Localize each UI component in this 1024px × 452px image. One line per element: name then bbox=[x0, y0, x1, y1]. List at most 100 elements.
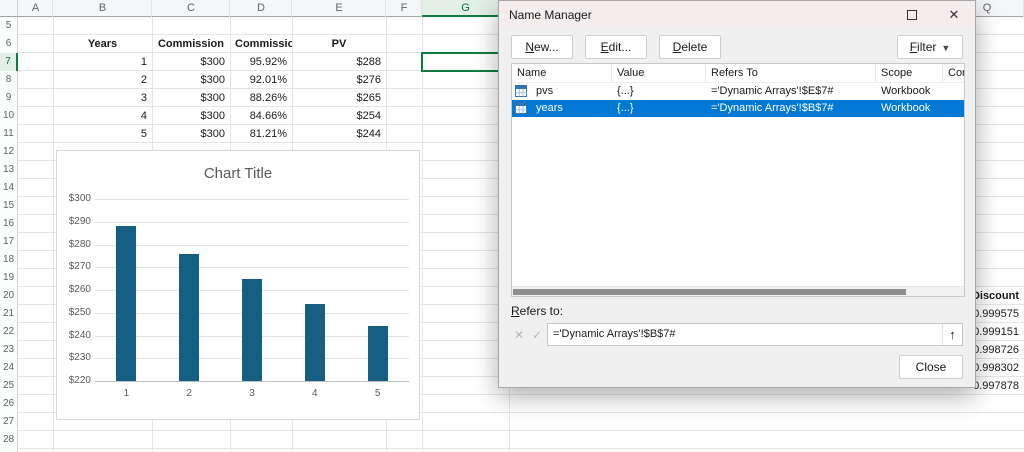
maximize-button[interactable] bbox=[891, 1, 933, 29]
row-header-26[interactable]: 26 bbox=[0, 395, 18, 413]
refers-to-input[interactable]: ='Dynamic Arrays'!$B$7# ↑ bbox=[547, 323, 963, 346]
cell-E10[interactable]: $254 bbox=[292, 107, 386, 125]
row-header-16[interactable]: 16 bbox=[0, 215, 18, 233]
maximize-icon bbox=[907, 10, 917, 20]
y-axis-label: $250 bbox=[57, 307, 91, 318]
chart-gridline bbox=[95, 245, 409, 246]
column-header-comment[interactable]: Comment bbox=[943, 64, 965, 83]
cancel-edit-button[interactable]: ✕ bbox=[511, 327, 527, 343]
cell-E11[interactable]: $244 bbox=[292, 125, 386, 143]
column-header-C[interactable]: C bbox=[152, 0, 230, 17]
value-cell: {...} bbox=[612, 83, 706, 100]
row-header-19[interactable]: 19 bbox=[0, 269, 18, 287]
row-header-20[interactable]: 20 bbox=[0, 287, 18, 305]
cell-E9[interactable]: $265 bbox=[292, 89, 386, 107]
filter-label: Filter bbox=[910, 36, 937, 58]
row-header-21[interactable]: 21 bbox=[0, 305, 18, 323]
cell-B9[interactable]: 3 bbox=[53, 89, 152, 107]
cell-D6[interactable]: Commission bbox=[230, 35, 292, 53]
cell-B7[interactable]: 1 bbox=[53, 53, 152, 71]
cell-E7[interactable]: $288 bbox=[292, 53, 386, 71]
row-header-11[interactable]: 11 bbox=[0, 125, 18, 143]
column-header-D[interactable]: D bbox=[230, 0, 292, 17]
refers-to-label: Refers to: bbox=[511, 304, 563, 318]
cell-B10[interactable]: 4 bbox=[53, 107, 152, 125]
array-name-icon bbox=[515, 102, 527, 114]
cell-C11[interactable]: $300 bbox=[152, 125, 230, 143]
row-header-10[interactable]: 10 bbox=[0, 107, 18, 125]
column-header-value[interactable]: Value bbox=[612, 64, 706, 83]
chart-bar[interactable] bbox=[179, 254, 199, 381]
column-header-name[interactable]: Name bbox=[512, 64, 612, 83]
column-header-scope[interactable]: Scope bbox=[876, 64, 943, 83]
scope-cell: Workbook bbox=[876, 83, 943, 100]
filter-button[interactable]: Filter▼ bbox=[897, 35, 963, 59]
new-button[interactable]: New... bbox=[511, 35, 573, 59]
row-header-15[interactable]: 15 bbox=[0, 197, 18, 215]
row-header-23[interactable]: 23 bbox=[0, 341, 18, 359]
name-cell: pvs bbox=[531, 83, 612, 100]
row-header-25[interactable]: 25 bbox=[0, 377, 18, 395]
y-axis-label: $230 bbox=[57, 352, 91, 363]
row-header-9[interactable]: 9 bbox=[0, 89, 18, 107]
cell-C10[interactable]: $300 bbox=[152, 107, 230, 125]
dialog-titlebar[interactable]: Name Manager ✕ bbox=[499, 1, 975, 29]
cell-E8[interactable]: $276 bbox=[292, 71, 386, 89]
row-header-18[interactable]: 18 bbox=[0, 251, 18, 269]
refers-to-value: ='Dynamic Arrays'!$B$7# bbox=[553, 324, 676, 345]
chart-bar[interactable] bbox=[368, 326, 388, 381]
row-header-13[interactable]: 13 bbox=[0, 161, 18, 179]
row-header-24[interactable]: 24 bbox=[0, 359, 18, 377]
cell-E6[interactable]: PV bbox=[292, 35, 386, 53]
value-cell: {...} bbox=[612, 100, 706, 117]
close-dialog-button[interactable]: Close bbox=[899, 355, 963, 379]
cell-B8[interactable]: 2 bbox=[53, 71, 152, 89]
close-icon: ✕ bbox=[949, 7, 960, 23]
column-header-B[interactable]: B bbox=[53, 0, 152, 17]
chart-bar[interactable] bbox=[116, 226, 136, 381]
cell-C6[interactable]: Commission bbox=[152, 35, 230, 53]
select-all-corner[interactable] bbox=[0, 0, 18, 17]
cell-C8[interactable]: $300 bbox=[152, 71, 230, 89]
cell-C9[interactable]: $300 bbox=[152, 89, 230, 107]
cell-D8[interactable]: 92.01% bbox=[230, 71, 292, 89]
chart-bar[interactable] bbox=[242, 279, 262, 381]
row-header-27[interactable]: 27 bbox=[0, 413, 18, 431]
cell-D11[interactable]: 81.21% bbox=[230, 125, 292, 143]
row-header-22[interactable]: 22 bbox=[0, 323, 18, 341]
embedded-chart[interactable]: Chart Title $220$230$240$250$260$270$280… bbox=[56, 150, 420, 420]
cell-D7[interactable]: 95.92% bbox=[230, 53, 292, 71]
column-header-A[interactable]: A bbox=[18, 0, 53, 17]
row-header-7[interactable]: 7 bbox=[0, 53, 18, 71]
column-header-E[interactable]: E bbox=[292, 0, 386, 17]
cell-B11[interactable]: 5 bbox=[53, 125, 152, 143]
list-header: Name Value Refers To Scope Comment bbox=[512, 64, 964, 83]
row-header-28[interactable]: 28 bbox=[0, 431, 18, 449]
row-header-6[interactable]: 6 bbox=[0, 35, 18, 53]
row-header-8[interactable]: 8 bbox=[0, 71, 18, 89]
cell-D9[interactable]: 88.26% bbox=[230, 89, 292, 107]
confirm-edit-button[interactable]: ✓ bbox=[529, 327, 545, 343]
y-axis-label: $220 bbox=[57, 375, 91, 386]
chart-bar[interactable] bbox=[305, 304, 325, 381]
filter-dropdown-icon: ▼ bbox=[941, 37, 950, 59]
row-header-12[interactable]: 12 bbox=[0, 143, 18, 161]
collapse-dialog-button[interactable]: ↑ bbox=[942, 324, 962, 345]
cell-C7[interactable]: $300 bbox=[152, 53, 230, 71]
horizontal-scrollbar[interactable] bbox=[512, 286, 964, 296]
row-header-14[interactable]: 14 bbox=[0, 179, 18, 197]
row-header-17[interactable]: 17 bbox=[0, 233, 18, 251]
grid-vline bbox=[422, 17, 423, 452]
cell-B6[interactable]: Years bbox=[53, 35, 152, 53]
cell-D10[interactable]: 84.66% bbox=[230, 107, 292, 125]
column-header-G[interactable]: G bbox=[422, 0, 509, 17]
close-window-button[interactable]: ✕ bbox=[933, 1, 975, 29]
delete-button[interactable]: Delete bbox=[659, 35, 721, 59]
scrollbar-thumb[interactable] bbox=[513, 289, 906, 295]
name-row-pvs[interactable]: pvs {...} ='Dynamic Arrays'!$E$7# Workbo… bbox=[512, 83, 964, 100]
name-row-years[interactable]: years {...} ='Dynamic Arrays'!$B$7# Work… bbox=[512, 100, 964, 117]
row-header-5[interactable]: 5 bbox=[0, 17, 18, 35]
column-header-F[interactable]: F bbox=[386, 0, 422, 17]
edit-button[interactable]: Edit... bbox=[585, 35, 647, 59]
column-header-refers-to[interactable]: Refers To bbox=[706, 64, 876, 83]
